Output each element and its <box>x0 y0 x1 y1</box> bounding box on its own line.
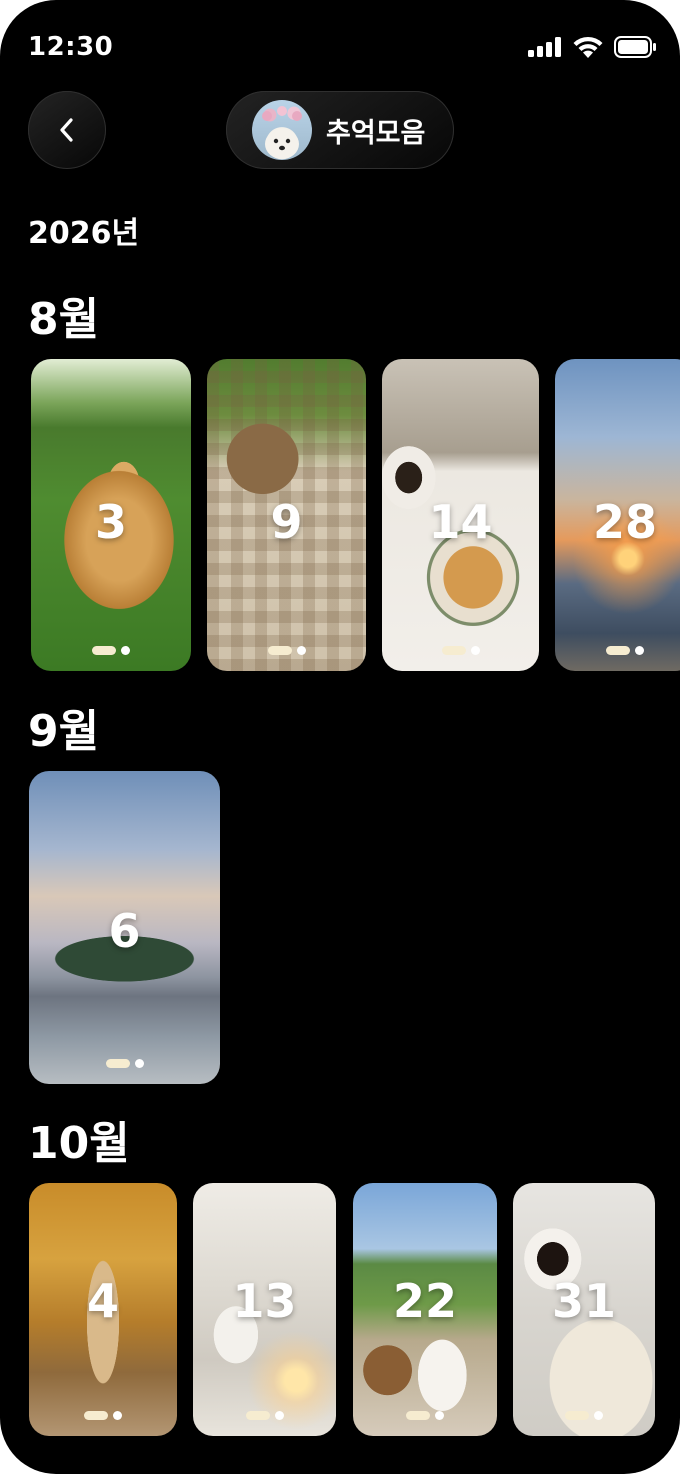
memory-card[interactable]: 31 <box>513 1183 655 1436</box>
album-title: 추억모음 <box>326 117 426 149</box>
day-number: 14 <box>428 495 493 549</box>
phone-screen: 12:30 추억모음 2026년 8월 3 9 14 28 9월 6 10월 4… <box>0 0 680 1474</box>
page-indicator <box>29 1411 177 1420</box>
page-indicator <box>382 646 539 655</box>
page-indicator <box>353 1411 497 1420</box>
month-label: 10월 <box>28 1118 130 1169</box>
back-button[interactable] <box>28 91 106 169</box>
day-number: 4 <box>86 1274 119 1328</box>
page-indicator <box>513 1411 655 1420</box>
battery-icon <box>614 36 656 58</box>
day-number: 22 <box>392 1274 457 1328</box>
page-indicator <box>193 1411 336 1420</box>
memory-card[interactable]: 4 <box>29 1183 177 1436</box>
day-number: 9 <box>270 495 303 549</box>
album-selector[interactable]: 추억모음 <box>226 91 454 169</box>
memory-card[interactable]: 22 <box>353 1183 497 1436</box>
day-number: 6 <box>108 904 141 958</box>
memory-card[interactable]: 14 <box>382 359 539 671</box>
memory-card[interactable]: 3 <box>31 359 191 671</box>
memory-card[interactable]: 13 <box>193 1183 336 1436</box>
day-number: 28 <box>592 495 657 549</box>
memory-card[interactable]: 9 <box>207 359 366 671</box>
chevron-left-icon <box>60 118 73 142</box>
month-label: 8월 <box>28 294 100 345</box>
album-avatar <box>252 100 312 160</box>
page-indicator <box>29 1059 220 1068</box>
year-label: 2026년 <box>28 216 140 251</box>
memory-card[interactable]: 28 <box>555 359 680 671</box>
page-indicator <box>207 646 366 655</box>
status-time: 12:30 <box>28 32 114 62</box>
status-icons <box>528 36 656 58</box>
month-label: 9월 <box>28 706 100 757</box>
memory-card[interactable]: 6 <box>29 771 220 1084</box>
wifi-icon <box>573 36 603 58</box>
day-number: 3 <box>94 495 127 549</box>
day-number: 13 <box>232 1274 297 1328</box>
page-indicator <box>555 646 680 655</box>
day-number: 31 <box>551 1274 616 1328</box>
page-indicator <box>31 646 191 655</box>
signal-icon <box>528 37 561 57</box>
